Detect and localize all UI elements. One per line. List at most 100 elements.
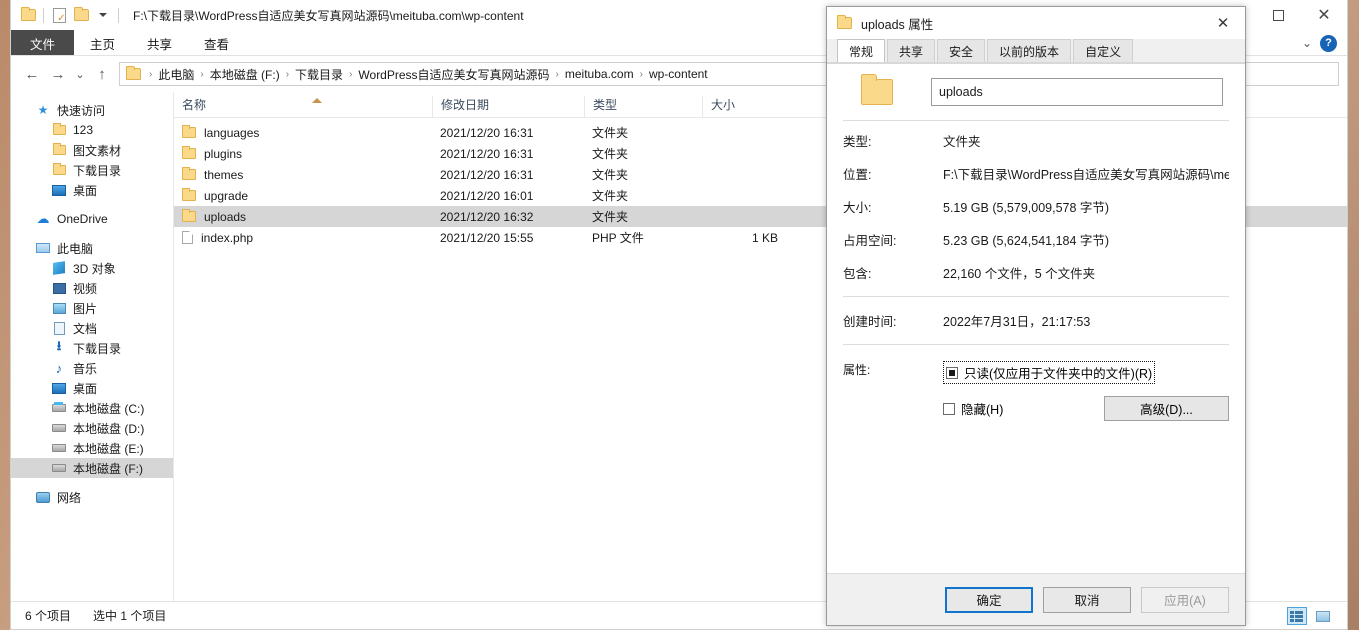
item-count-label: 6 个项目 [25, 609, 72, 623]
dialog-close-button[interactable]: ✕ [1201, 7, 1245, 39]
sidebar-item-label: 123 [73, 123, 94, 137]
breadcrumb-separator-5: › [639, 68, 643, 80]
column-header-type[interactable]: 类型 [584, 96, 702, 117]
folder-icon[interactable] [17, 4, 39, 26]
cancel-button[interactable]: 取消 [1043, 586, 1131, 613]
help-icon[interactable]: ? [1320, 34, 1337, 52]
divider-2 [843, 296, 1229, 297]
property-label: 创建时间: [843, 315, 897, 329]
ribbon-tab-home[interactable]: 主页 [74, 30, 131, 56]
file-name-cell: upgrade [174, 188, 432, 203]
sidebar-item-drive-c[interactable]: 本地磁盘 (C:) [11, 398, 173, 418]
details-view-button[interactable] [1287, 607, 1307, 625]
column-header-name[interactable]: 名称 [174, 96, 432, 117]
file-name-cell: uploads [174, 209, 432, 224]
back-button[interactable]: ← [19, 61, 45, 87]
advanced-button[interactable]: 高级(D)... [1104, 396, 1229, 421]
sidebar-item-label: 下载目录 [73, 163, 122, 178]
file-name-label: upgrade [204, 188, 249, 203]
sidebar-item-label: 音乐 [73, 361, 98, 376]
tab-security[interactable]: 安全 [937, 39, 986, 62]
breadcrumb-separator-2: › [285, 68, 290, 80]
sidebar-item-123[interactable]: 123 [11, 120, 173, 140]
hidden-checkbox-label: 隐藏(H) [961, 403, 1004, 417]
breadcrumb-item-0[interactable]: 此电脑 [158, 66, 194, 83]
sidebar-item-desktop-qa[interactable]: 桌面 [11, 180, 173, 200]
sidebar-item-videos[interactable]: 视频 [11, 278, 173, 298]
sidebar-item-network[interactable]: 网络 [11, 487, 173, 507]
ribbon-tab-share[interactable]: 共享 [131, 30, 188, 56]
close-icon: ✕ [1317, 5, 1331, 24]
view-mode-buttons [1287, 602, 1333, 630]
property-value: 5.19 GB (5,579,009,578 字节) [943, 201, 1110, 215]
file-name-cell: languages [174, 125, 432, 140]
readonly-checkbox-row[interactable]: 只读(仅应用于文件夹中的文件)(R) [943, 361, 1229, 384]
tab-previous-versions[interactable]: 以前的版本 [987, 39, 1072, 62]
toolbar-divider [43, 7, 44, 23]
ok-button[interactable]: 确定 [945, 586, 1033, 613]
sidebar-item-label: 桌面 [73, 183, 98, 198]
sidebar-item-this-pc[interactable]: 此电脑 [11, 238, 173, 258]
checkbox-icon[interactable] [943, 402, 955, 415]
column-header-date[interactable]: 修改日期 [432, 96, 584, 117]
checkbox-icon[interactable] [946, 366, 958, 379]
file-type-cell: 文件夹 [592, 210, 629, 224]
file-date-cell: 2021/12/20 16:01 [440, 188, 534, 203]
sidebar-item-quick-access[interactable]: ★ 快速访问 [11, 100, 173, 120]
property-value: 2022年7月31日，21:17:53 [943, 315, 1091, 329]
tab-sharing[interactable]: 共享 [887, 39, 936, 62]
breadcrumb-item-3[interactable]: WordPress自适应美女写真网站源码 [358, 66, 549, 83]
sidebar-item-downloads[interactable]: ⭳ 下载目录 [11, 338, 173, 358]
sidebar-item-documents[interactable]: 文档 [11, 318, 173, 338]
tab-general[interactable]: 常规 [837, 39, 886, 62]
recent-locations-button[interactable]: ⌄ [71, 61, 89, 87]
sidebar-item-label: 本地磁盘 (F:) [73, 461, 143, 476]
maximize-button[interactable] [1255, 0, 1301, 30]
property-row-size: 大小: 5.19 GB (5,579,009,578 字节) [843, 197, 1229, 216]
breadcrumb-item-1[interactable]: 本地磁盘 (F:) [210, 66, 280, 83]
breadcrumb-item-5[interactable]: wp-content [649, 67, 708, 81]
customize-dropdown-icon[interactable] [92, 4, 114, 26]
file-type-cell: 文件夹 [592, 168, 629, 182]
breadcrumb-item-2[interactable]: 下载目录 [295, 66, 343, 83]
column-header-size[interactable]: 大小 [702, 96, 788, 117]
property-row-contains: 包含: 22,160 个文件，5 个文件夹 [843, 263, 1229, 282]
chevron-down-icon[interactable]: ⌄ [1302, 36, 1312, 50]
sidebar-item-desktop[interactable]: 桌面 [11, 378, 173, 398]
ribbon-tab-file[interactable]: 文件 [11, 30, 75, 56]
sidebar-item-3d-objects[interactable]: 3D 对象 [11, 258, 173, 278]
property-value: F:\下载目录\WordPress自适应美女写真网站源码\me [943, 168, 1229, 182]
folder-icon [837, 15, 852, 29]
drive-icon [51, 420, 67, 436]
sidebar-item-downloads-qa[interactable]: 下载目录 [11, 160, 173, 180]
close-window-button[interactable]: ✕ [1301, 0, 1347, 30]
file-name-label: uploads [204, 209, 247, 224]
folder-name-value: uploads [939, 85, 983, 99]
divider-1 [843, 120, 1229, 121]
sidebar-item-drive-f[interactable]: 本地磁盘 (F:) [11, 458, 173, 478]
sidebar-item-music[interactable]: ♪ 音乐 [11, 358, 173, 378]
ribbon-tab-view[interactable]: 查看 [188, 30, 245, 56]
folder-icon [51, 162, 67, 178]
network-icon [35, 489, 51, 505]
large-icons-view-icon [1316, 610, 1330, 622]
folder-name-input[interactable]: uploads [931, 78, 1223, 106]
sidebar-item-drive-d[interactable]: 本地磁盘 (D:) [11, 418, 173, 438]
sidebar-item-label: 网络 [57, 490, 82, 505]
new-folder-icon[interactable] [70, 4, 92, 26]
sidebar-item-onedrive[interactable]: ☁ OneDrive [11, 209, 173, 229]
up-button[interactable]: ↑ [89, 61, 115, 87]
forward-button[interactable]: → [45, 61, 71, 87]
sidebar-item-image-assets[interactable]: 图文素材 [11, 140, 173, 160]
hidden-checkbox-row[interactable]: 隐藏(H) [943, 399, 1003, 418]
window-title-path: F:\下载目录\WordPress自适应美女写真网站源码\meituba.com… [133, 8, 524, 23]
large-icons-view-button[interactable] [1313, 607, 1333, 625]
sidebar-item-drive-e[interactable]: 本地磁盘 (E:) [11, 438, 173, 458]
sidebar-item-pictures[interactable]: 图片 [11, 298, 173, 318]
sidebar-item-label: 文档 [73, 321, 98, 336]
breadcrumb-item-4[interactable]: meituba.com [565, 67, 634, 81]
file-date-cell: 2021/12/20 16:31 [440, 146, 534, 161]
sidebar-item-label: 图片 [73, 301, 98, 316]
tab-customize[interactable]: 自定义 [1073, 39, 1134, 62]
properties-icon[interactable] [48, 4, 70, 26]
